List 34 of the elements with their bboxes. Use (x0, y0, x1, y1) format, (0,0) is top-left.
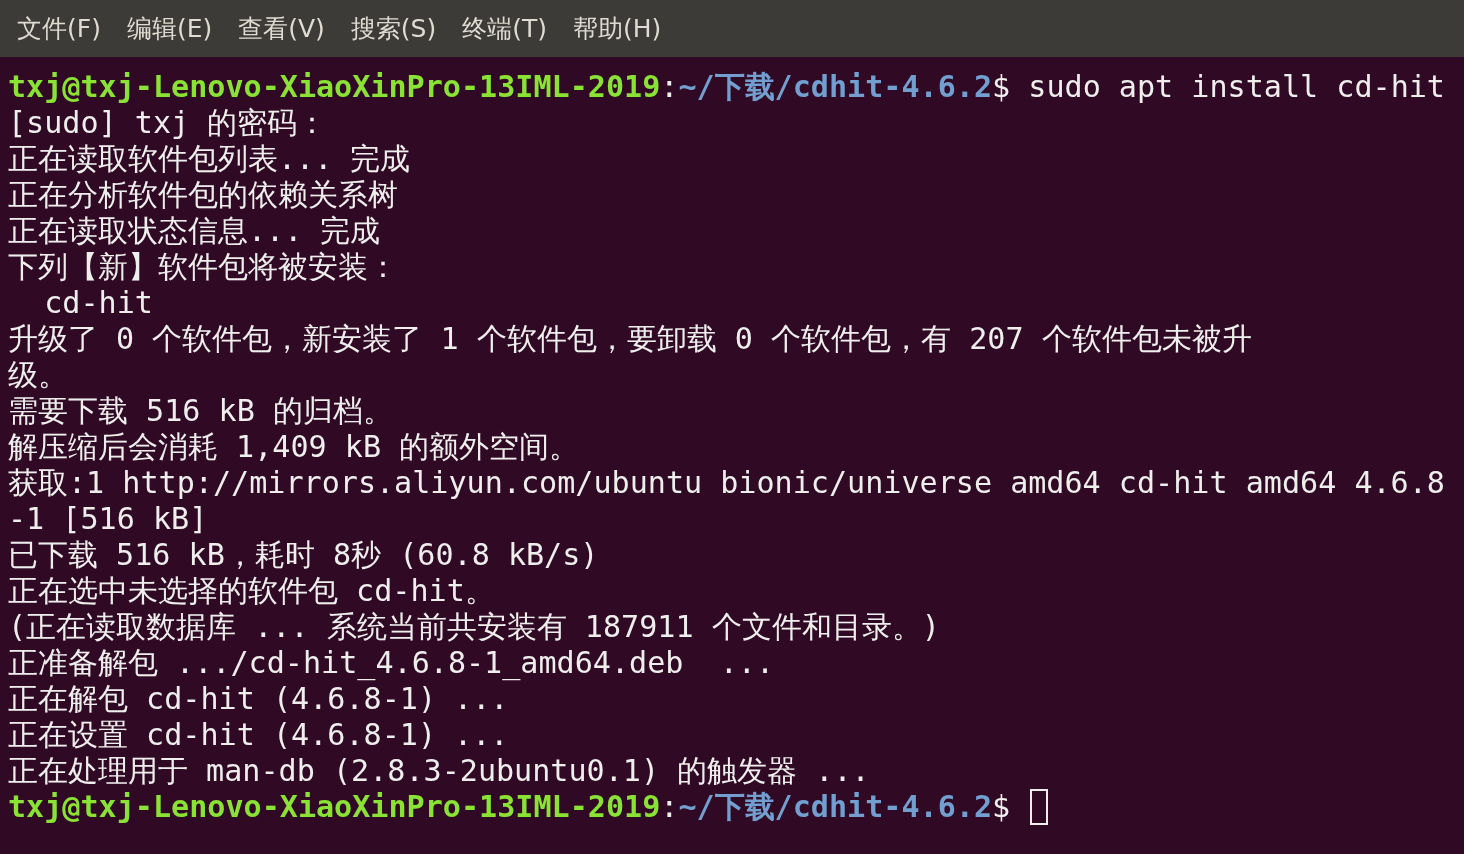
output-line: 正在读取状态信息... 完成 (8, 213, 381, 249)
menu-item[interactable]: 文件(F) (17, 12, 101, 45)
menu-item[interactable]: 终端(T) (462, 12, 547, 45)
output-line: 需要下载 516 kB 的归档。 (8, 393, 393, 429)
output-line: 解压缩后会消耗 1,409 kB 的额外空间。 (8, 429, 580, 465)
output-line: 正在解包 cd-hit (4.6.8-1) ... (8, 681, 509, 717)
output-line: 正准备解包 .../cd-hit_4.6.8-1_amd64.deb ... (8, 645, 774, 681)
prompt-symbol: $ (992, 69, 1011, 105)
output-line: [sudo] txj 的密码： (8, 105, 328, 141)
prompt-path: ~/下载/cdhit-4.6.2 (678, 789, 993, 825)
output-line: (正在读取数据库 ... 系统当前共安装有 187911 个文件和目录。) (8, 609, 940, 645)
output-line: 正在分析软件包的依赖关系树 (8, 177, 398, 213)
prompt-separator: : (660, 789, 679, 825)
output-line: 获取:1 http://mirrors.aliyun.com/ubuntu bionic/universe amd64 cd-hit amd64 4.6.8 (8, 465, 1445, 501)
prompt-symbol: $ (992, 789, 1011, 825)
menu-item[interactable]: 帮助(H) (573, 12, 662, 45)
menu-item[interactable]: 编辑(E) (126, 12, 213, 45)
menu-item[interactable]: 查看(V) (238, 12, 325, 45)
output-line: 正在处理用于 man-db (2.8.3-2ubuntu0.1) 的触发器 ... (8, 753, 870, 789)
output-line: 级。 (8, 357, 68, 393)
prompt-separator: : (660, 69, 679, 105)
output-line: cd-hit (43, 285, 153, 321)
output-line: 已下载 516 kB，耗时 8秒 (60.8 kB/s) (8, 537, 599, 573)
output-line: 正在读取软件包列表... 完成 (8, 141, 411, 177)
output-line: 升级了 0 个软件包，新安装了 1 个软件包，要卸载 0 个软件包，有 207 个软件包未被升 (8, 321, 1252, 357)
prompt-user: txj@txj-Lenovo-XiaoXinPro-13IML-2019 (8, 69, 661, 105)
output-line: -1 [516 kB] (8, 501, 208, 537)
output-line: 正在选中未选择的软件包 cd-hit。 (8, 573, 495, 609)
menu-item[interactable]: 搜索(S) (350, 12, 437, 45)
prompt-path: ~/下载/cdhit-4.6.2 (678, 69, 993, 105)
command-text: sudo apt install cd-hit (1027, 69, 1445, 105)
output-line: 下列【新】软件包将被安装： (8, 249, 398, 285)
prompt-user: txj@txj-Lenovo-XiaoXinPro-13IML-2019 (8, 789, 661, 825)
output-line: 正在设置 cd-hit (4.6.8-1) ... (8, 717, 509, 753)
